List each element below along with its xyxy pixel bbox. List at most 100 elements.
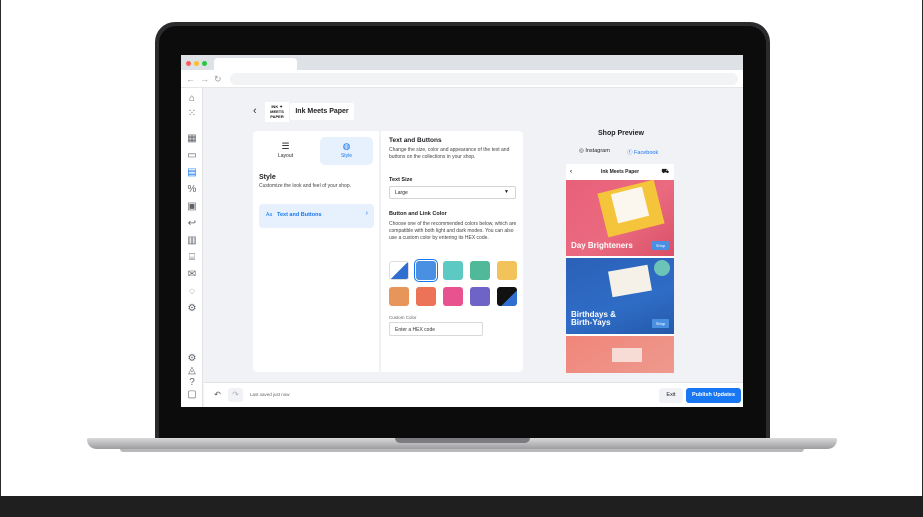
apps-grid-icon[interactable]: ⁙ — [186, 108, 198, 120]
bell-icon[interactable]: ◬ — [186, 365, 198, 377]
swatch-7[interactable] — [416, 287, 436, 306]
shop-button[interactable]: Shop — [652, 319, 669, 328]
building-icon[interactable]: ▥ — [186, 235, 198, 247]
laptop-notch — [395, 438, 530, 443]
phone-header: ‹ Ink Meets Paper ⛟ — [566, 164, 674, 180]
tab-layout-label: Layout — [277, 153, 293, 159]
app-area: ⌂ ⁙ ▦ ▭ ▤ % ▣ ↩ ▥ ⌸ ✉ ◌ ⚙ ⚙ ◬ ? ▢ ‹ INK … — [181, 88, 743, 407]
section-subtitle: Customize the look and feel of your shop… — [259, 183, 351, 189]
cart-icon[interactable]: ⛟ — [661, 164, 669, 180]
browser-toolbar: ← → ↻ — [181, 70, 743, 88]
text-buttons-panel: Text and Buttons Change the size, color … — [381, 131, 523, 372]
floor — [0, 496, 923, 517]
palette-icon: ◍ — [342, 141, 351, 151]
stage: ← → ↻ ⌂ ⁙ ▦ ▭ ▤ % ▣ ↩ ▥ ⌸ ✉ ◌ ⚙ ⚙ ◬ ? ▢ … — [0, 0, 923, 517]
panel-description: Change the size, color and appearance of… — [389, 147, 510, 160]
tile-title: Day Brighteners — [571, 241, 633, 250]
text-and-buttons-label: Text and Buttons — [277, 212, 322, 218]
swatch-2[interactable] — [414, 259, 438, 282]
swatch-4[interactable] — [470, 261, 490, 280]
laptop-screen: ← → ↻ ⌂ ⁙ ▦ ▭ ▤ % ▣ ↩ ▥ ⌸ ✉ ◌ ⚙ ⚙ ◬ ? ▢ … — [181, 55, 743, 407]
redo-button[interactable]: ↷ — [228, 388, 243, 402]
chat-icon[interactable]: ◌ — [186, 286, 198, 298]
back-chevron-icon[interactable]: ‹ — [253, 105, 257, 117]
shop-button[interactable]: Shop — [652, 241, 669, 250]
chevron-right-icon: › — [365, 210, 368, 217]
save-status: Last saved just now — [250, 392, 290, 397]
settings-gear-icon[interactable]: ⚙ — [186, 303, 198, 315]
address-bar[interactable] — [230, 73, 738, 85]
minimize-dot[interactable] — [194, 61, 199, 66]
collection-tile[interactable]: Birthdays & Birth-Yays Shop — [566, 258, 674, 334]
hex-code-placeholder: Enter a HEX code — [395, 326, 436, 333]
tile-art-card — [612, 348, 642, 362]
tile-title: Birthdays & Birth-Yays — [571, 310, 616, 327]
phone-title: Ink Meets Paper — [600, 169, 640, 175]
panel-title: Text and Buttons — [389, 137, 442, 144]
color-description: Choose one of the recommended colors bel… — [389, 221, 517, 241]
tab-instagram[interactable]: ◎ Instagram — [579, 148, 610, 154]
collection-tile[interactable]: Day Brighteners Shop — [566, 180, 674, 256]
preview-title: Shop Preview — [598, 130, 644, 137]
editor-footer: ↶ ↷ Last saved just now Exit Publish Upd… — [204, 382, 743, 407]
tab-instagram-label: Instagram — [585, 148, 610, 154]
list-icon: ☰ — [281, 141, 290, 151]
mail-icon[interactable]: ✉ — [186, 269, 198, 281]
hex-code-input[interactable]: Enter a HEX code — [389, 322, 483, 336]
frame-edge-left — [0, 0, 1, 496]
publish-button[interactable]: Publish Updates — [686, 388, 741, 403]
swatch-1[interactable] — [389, 261, 409, 280]
archive-icon[interactable]: ▣ — [186, 201, 198, 213]
page-icon[interactable]: ▢ — [186, 389, 198, 401]
swatch-6[interactable] — [389, 287, 409, 306]
bank-icon[interactable]: ⌸ — [186, 252, 198, 264]
help-icon[interactable]: ? — [186, 377, 198, 389]
swatch-8[interactable] — [443, 287, 463, 306]
inbox-icon[interactable]: ▭ — [186, 150, 198, 162]
gear-icon[interactable]: ⚙ — [186, 353, 198, 365]
swatch-5[interactable] — [497, 261, 517, 280]
tab-facebook[interactable]: ⓕ Facebook — [627, 148, 658, 156]
custom-color-label: Custom Color — [389, 315, 417, 320]
swatch-3[interactable] — [443, 261, 463, 280]
instagram-icon: ◎ — [579, 148, 584, 154]
text-size-icon: Aa — [266, 212, 273, 218]
facebook-icon: ⓕ — [627, 150, 633, 156]
phone-preview: ‹ Ink Meets Paper ⛟ Day Brighteners Shop… — [566, 164, 674, 373]
brand-logo: INK ✦ MEETS PAPER — [265, 102, 289, 122]
text-and-buttons-item[interactable]: Aa Text and Buttons › — [259, 204, 374, 228]
return-icon[interactable]: ↩ — [186, 218, 198, 230]
swatch-10[interactable] — [497, 287, 517, 306]
text-size-label: Text Size — [389, 177, 413, 183]
discount-icon[interactable]: % — [186, 184, 198, 196]
home-icon[interactable]: ⌂ — [186, 93, 198, 105]
tile-art-card — [608, 264, 652, 298]
back-arrow-icon[interactable]: ← — [186, 71, 195, 87]
brand-logo-text: INK ✦ MEETS PAPER — [270, 104, 284, 119]
shop-icon[interactable]: ▤ — [186, 167, 198, 179]
swatch-9[interactable] — [470, 287, 490, 306]
tab-style[interactable]: ◍ Style — [320, 137, 373, 165]
text-size-select[interactable]: Large ▼ — [389, 186, 516, 199]
tab-facebook-label: Facebook — [634, 150, 659, 156]
section-title: Style — [259, 174, 276, 181]
close-dot[interactable] — [186, 61, 191, 66]
tile-art-cup — [654, 260, 670, 276]
phone-back-icon[interactable]: ‹ — [570, 164, 572, 180]
reload-icon[interactable]: ↻ — [214, 71, 222, 87]
dropdown-caret-icon: ▼ — [504, 189, 509, 195]
forward-arrow-icon[interactable]: → — [200, 71, 209, 87]
undo-button[interactable]: ↶ — [210, 388, 225, 402]
collection-tile[interactable] — [566, 336, 674, 373]
exit-button[interactable]: Exit — [659, 388, 683, 403]
browser-tab[interactable] — [214, 58, 297, 70]
settings-nav-card: ☰ Layout ◍ Style Style Customize the loo… — [253, 131, 379, 372]
catalog-grid-icon[interactable]: ▦ — [186, 133, 198, 145]
browser-tabbar — [181, 55, 743, 70]
laptop-shadow — [120, 449, 804, 452]
page-title: Ink Meets Paper — [290, 103, 354, 120]
text-size-value: Large — [395, 190, 408, 196]
tab-layout[interactable]: ☰ Layout — [259, 137, 312, 165]
tab-style-label: Style — [340, 153, 353, 159]
maximize-dot[interactable] — [202, 61, 207, 66]
